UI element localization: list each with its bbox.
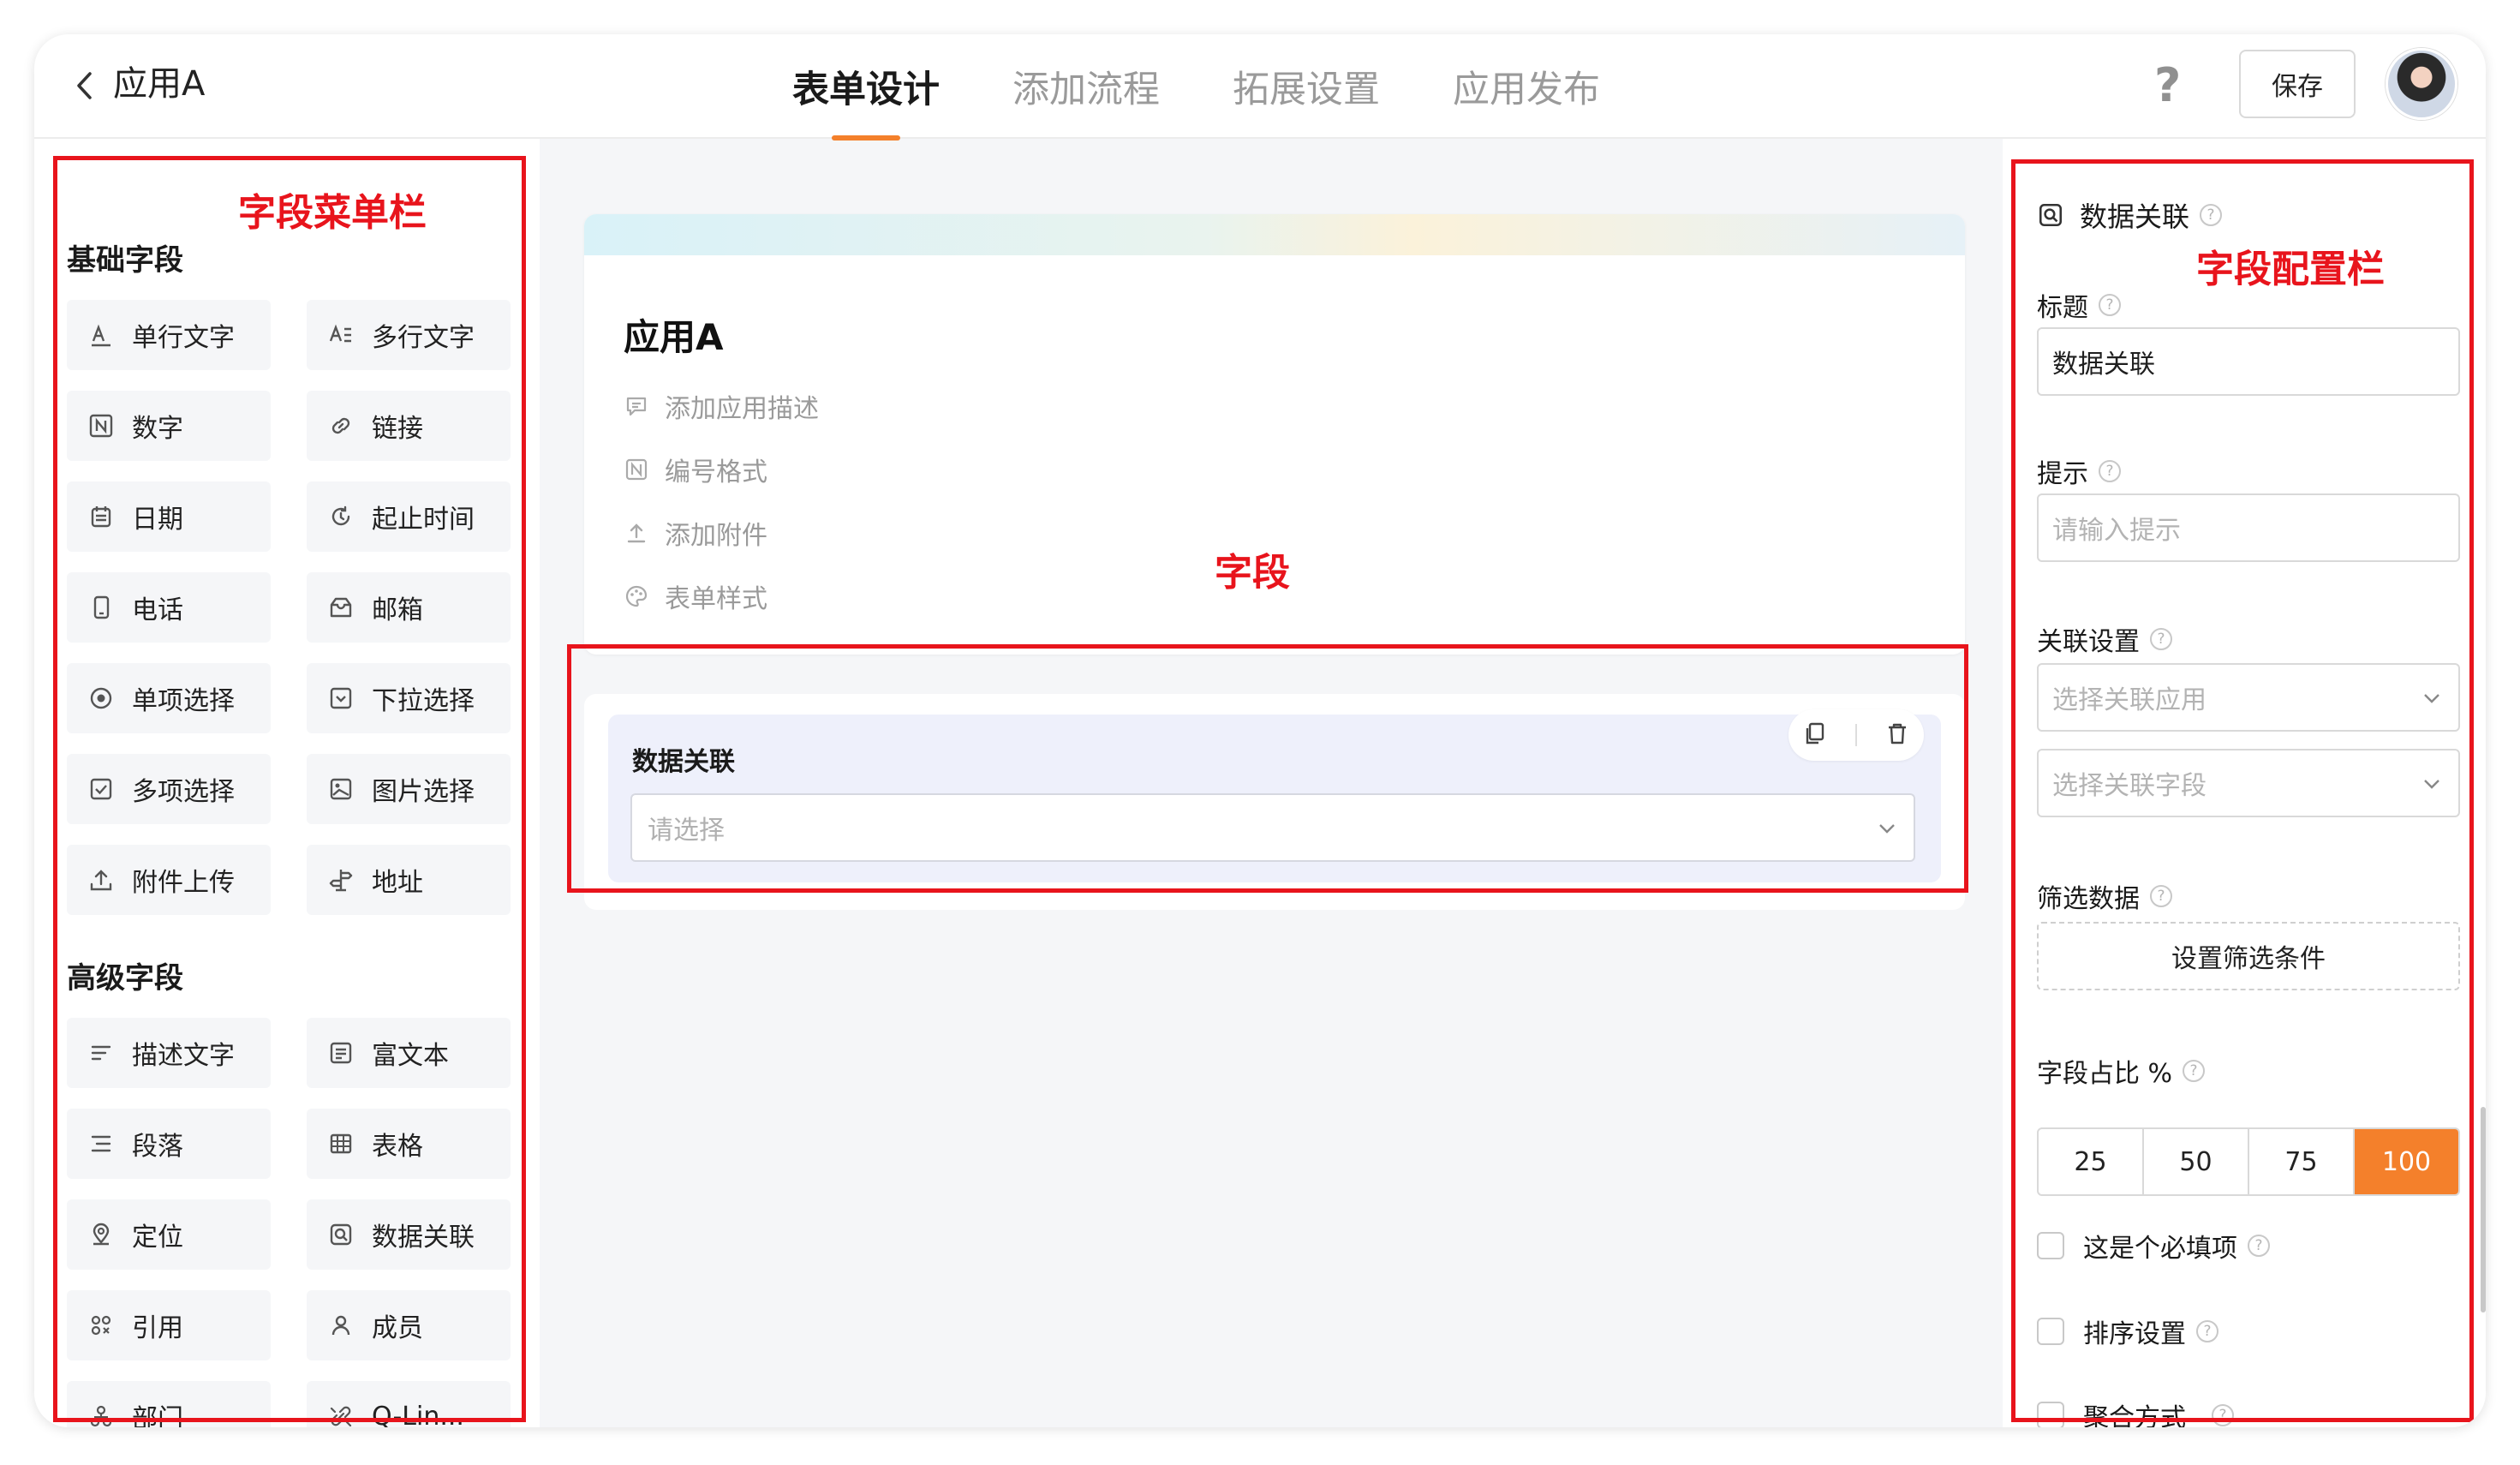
annotation-label-config: 字段配置栏 <box>2191 238 2390 293</box>
scrollbar[interactable] <box>2481 1107 2486 1313</box>
app-window: 应用A 表单设计 添加流程 拓展设置 应用发布 ? 保存 基础字段 单行文字 多… <box>34 34 2486 1427</box>
annotation-box-config <box>2011 159 2474 1422</box>
main-tabs: 表单设计 添加流程 拓展设置 应用发布 <box>792 34 1673 139</box>
form-option-label: 表单样式 <box>665 584 767 614</box>
form-title[interactable]: 应用A <box>624 308 724 361</box>
save-button[interactable]: 保存 <box>2239 50 2356 118</box>
chevron-left-icon <box>77 72 92 99</box>
form-option-description[interactable]: 添加应用描述 <box>624 387 819 425</box>
help-icon[interactable]: ? <box>2154 60 2181 111</box>
tab-extension-settings[interactable]: 拓展设置 <box>1233 34 1380 139</box>
form-option-number-format[interactable]: 编号格式 <box>624 451 767 488</box>
number-format-icon <box>624 457 649 482</box>
tab-add-process[interactable]: 添加流程 <box>1012 34 1160 139</box>
form-banner <box>584 214 1965 255</box>
top-header: 应用A 表单设计 添加流程 拓展设置 应用发布 ? 保存 <box>34 34 2486 139</box>
form-option-attachment[interactable]: 添加附件 <box>624 514 767 552</box>
annotation-label-menu: 字段菜单栏 <box>233 182 432 236</box>
form-option-label: 添加应用描述 <box>665 394 819 424</box>
annotation-label-field: 字段 <box>1209 541 1295 596</box>
form-option-label: 编号格式 <box>665 457 767 487</box>
annotation-box-field <box>567 644 1968 893</box>
avatar[interactable] <box>2386 48 2457 120</box>
tab-publish[interactable]: 应用发布 <box>1453 34 1600 139</box>
palette-icon <box>624 583 649 609</box>
app-title: 应用A <box>113 64 206 104</box>
attach-icon <box>624 520 649 546</box>
form-option-style[interactable]: 表单样式 <box>624 577 767 615</box>
back-button[interactable] <box>65 67 103 105</box>
form-option-label: 添加附件 <box>665 521 767 551</box>
tab-form-design[interactable]: 表单设计 <box>792 34 940 139</box>
comment-icon <box>624 393 649 419</box>
annotation-box-menu <box>53 156 526 1422</box>
